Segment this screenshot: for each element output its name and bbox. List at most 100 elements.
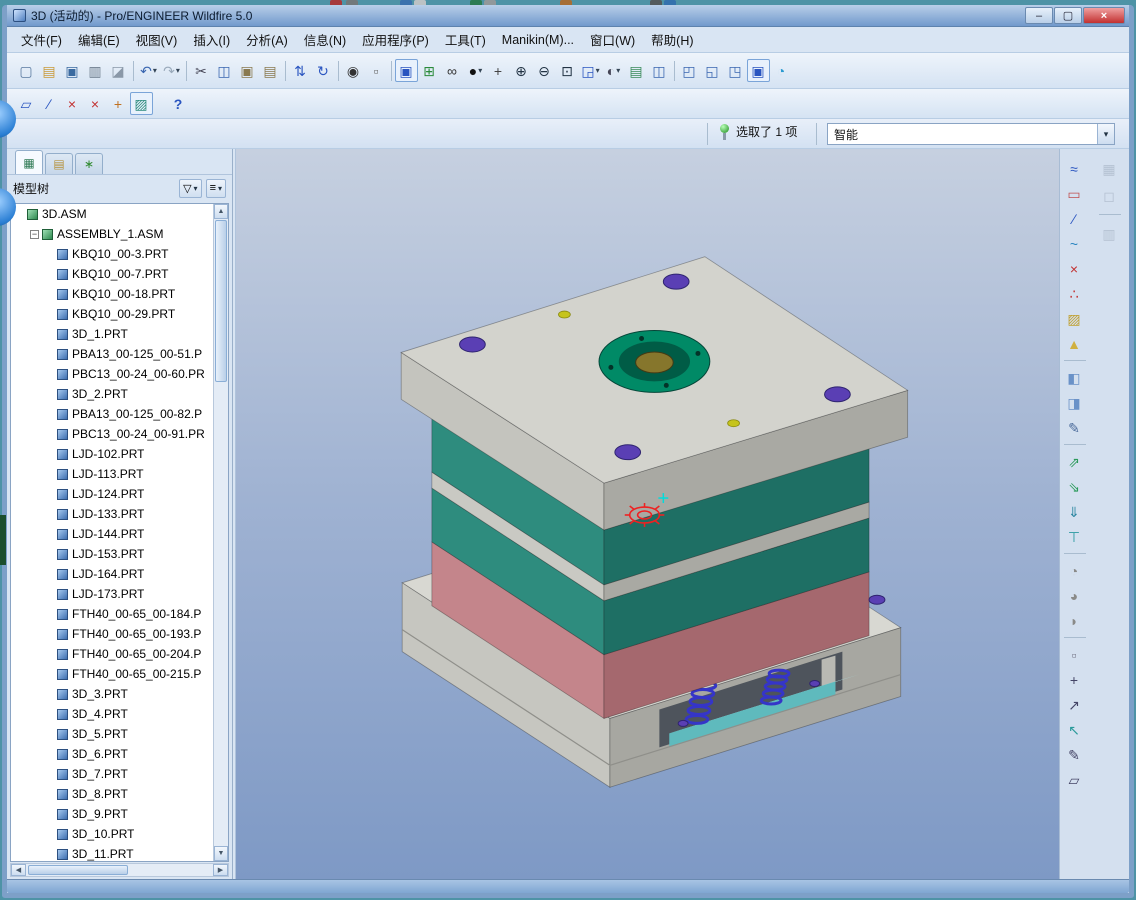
datum-point-tool[interactable]: × <box>61 92 84 115</box>
regenerate[interactable]: ⇅ <box>289 59 312 82</box>
scroll-thumb[interactable] <box>215 220 227 382</box>
datum-line[interactable]: ∕ <box>1063 207 1086 230</box>
scroll-down-arrow[interactable]: ▼ <box>214 846 228 861</box>
round-tool[interactable]: ◔ <box>1063 559 1086 582</box>
appearance-gallery[interactable]: ◔ <box>770 59 793 82</box>
menu-tools[interactable]: 工具(T) <box>437 27 494 52</box>
sketcher-tool[interactable]: ▱ <box>15 92 38 115</box>
save[interactable]: ▣ <box>61 59 84 82</box>
undo[interactable]: ↶ ▾ <box>137 59 160 82</box>
menu-analysis[interactable]: 分析(A) <box>238 27 296 52</box>
tree-item[interactable]: LJD-113.PRT <box>11 464 228 484</box>
viewport-canvas[interactable] <box>236 149 1059 879</box>
table-grid[interactable]: ▦ <box>1098 157 1121 180</box>
tree-item[interactable]: KBQ10_00-29.PRT <box>11 304 228 324</box>
zoom-out[interactable]: ⊖ <box>533 59 556 82</box>
delete-segment[interactable]: × <box>1063 257 1086 280</box>
tree-item[interactable]: LJD-133.PRT <box>11 504 228 524</box>
tree-item[interactable]: LJD-153.PRT <box>11 544 228 564</box>
appearance-edit[interactable]: ✎ <box>1063 416 1086 439</box>
tee-tool[interactable]: ⊤ <box>1063 525 1086 548</box>
menu-help[interactable]: 帮助(H) <box>643 27 701 52</box>
view-export-down[interactable]: ⇘ <box>1063 475 1086 498</box>
chart-small[interactable]: ▥ <box>1098 222 1121 245</box>
tab-favorites[interactable]: ∗ <box>75 153 103 174</box>
tree-item[interactable]: LJD-144.PRT <box>11 524 228 544</box>
tree-item[interactable]: PBA13_00-125_00-51.P <box>11 344 228 364</box>
tree-item[interactable]: FTH40_00-65_00-215.P <box>11 664 228 684</box>
search[interactable]: ◉ <box>342 59 365 82</box>
menu-manikin[interactable]: Manikin(M)... <box>494 30 582 50</box>
pan-zoom[interactable]: + <box>487 59 510 82</box>
tree-vertical-scrollbar[interactable]: ▲ ▼ <box>213 204 228 861</box>
menu-info[interactable]: 信息(N) <box>296 27 354 52</box>
tree-expander[interactable]: − <box>30 229 39 239</box>
scroll-up-arrow[interactable]: ▲ <box>214 204 228 219</box>
scroll-right-arrow[interactable]: ▶ <box>213 864 228 876</box>
tree-item[interactable]: 3D_8.PRT <box>11 784 228 804</box>
maximize-button[interactable]: ▢ <box>1054 7 1082 24</box>
tree-item[interactable]: LJD-173.PRT <box>11 584 228 604</box>
scroll-left-arrow[interactable]: ◀ <box>11 864 26 876</box>
polygon-tool[interactable]: ▱ <box>1063 768 1086 791</box>
context-help[interactable]: ? <box>167 92 190 115</box>
selection-filter-combo[interactable]: 智能 ▾ <box>827 123 1115 145</box>
tree-item[interactable]: FTH40_00-65_00-184.P <box>11 604 228 624</box>
tree-item[interactable]: 3D_9.PRT <box>11 804 228 824</box>
appearance-layer-2[interactable]: ◨ <box>1063 391 1086 414</box>
scroll-thumb[interactable] <box>28 865 128 875</box>
tree-item[interactable]: PBC13_00-24_00-91.PR <box>11 424 228 444</box>
tab-folder-browser[interactable]: ▤ <box>45 153 73 174</box>
spline-tool[interactable]: ~ <box>1063 232 1086 255</box>
cube-display[interactable]: ◻ <box>1098 184 1121 207</box>
sketch-rectangle[interactable]: ▭ <box>1063 182 1086 205</box>
copy[interactable]: ◫ <box>213 59 236 82</box>
auto-regenerate[interactable]: ↻ <box>312 59 335 82</box>
tree-item[interactable]: PBA13_00-125_00-82.P <box>11 404 228 424</box>
field-point-tool[interactable]: × <box>84 92 107 115</box>
view-manager[interactable]: ◫ <box>648 59 671 82</box>
measure-arrow[interactable]: ↗ <box>1063 693 1086 716</box>
named-views[interactable]: ◲ ▾ <box>579 59 602 82</box>
paste-special[interactable]: ▤ <box>259 59 282 82</box>
appearance-layer-1[interactable]: ◧ <box>1063 366 1086 389</box>
datum-plane-tool[interactable]: ∕ <box>38 92 61 115</box>
window-active[interactable]: ▣ <box>747 59 770 82</box>
title-bar[interactable]: 3D (活动的) - Pro/ENGINEER Wildfire 5.0 – ▢… <box>7 5 1129 27</box>
tree-item[interactable]: 3D_2.PRT <box>11 384 228 404</box>
tree-item[interactable]: LJD-164.PRT <box>11 564 228 584</box>
tree-item[interactable]: 3D_4.PRT <box>11 704 228 724</box>
coordinate-system-tool[interactable]: + <box>107 92 130 115</box>
display-style[interactable]: ◐ ▾ <box>602 59 625 82</box>
menu-applications[interactable]: 应用程序(P) <box>354 27 437 52</box>
new-file[interactable]: ▢ <box>15 59 38 82</box>
tree-horizontal-scrollbar[interactable]: ◀ ▶ <box>10 863 229 877</box>
tree-item[interactable]: KBQ10_00-7.PRT <box>11 264 228 284</box>
tree-settings-button[interactable]: ≡ ▾ <box>205 178 226 198</box>
tree-item[interactable]: KBQ10_00-18.PRT <box>11 284 228 304</box>
warn-triangle[interactable]: ▲ <box>1063 332 1086 355</box>
chamfer-tool[interactable]: ◕ <box>1063 584 1086 607</box>
tree-filter-button[interactable]: ▽ ▾ <box>179 178 202 198</box>
window-new[interactable]: ◰ <box>678 59 701 82</box>
combo-dropdown-button[interactable]: ▾ <box>1097 124 1114 144</box>
axis-point[interactable]: + <box>1063 668 1086 691</box>
select-arrow[interactable]: ↖ <box>1063 718 1086 741</box>
close-button[interactable]: × <box>1083 7 1125 24</box>
tab-model-tree[interactable]: ▦ <box>15 150 43 174</box>
spin-center[interactable]: ● ▾ <box>464 59 487 82</box>
tree-item[interactable]: 3D_5.PRT <box>11 724 228 744</box>
tree-item[interactable]: PBC13_00-24_00-60.PR <box>11 364 228 384</box>
tree-item[interactable]: 3D_7.PRT <box>11 764 228 784</box>
sketch-pencil[interactable]: ✎ <box>1063 743 1086 766</box>
tree-item[interactable]: KBQ10_00-3.PRT <box>11 244 228 264</box>
tree-item[interactable]: − ASSEMBLY_1.ASM <box>11 224 228 244</box>
tree-item[interactable]: 3D_11.PRT <box>11 844 228 861</box>
item-select[interactable]: ▣ <box>395 59 418 82</box>
cut[interactable]: ✂ <box>190 59 213 82</box>
tree-item[interactable]: 3D_3.PRT <box>11 684 228 704</box>
sketch-active-tool[interactable]: ▨ <box>130 92 153 115</box>
window-cascade[interactable]: ◳ <box>724 59 747 82</box>
refit[interactable]: ⊡ <box>556 59 579 82</box>
point-pattern[interactable]: ∴ <box>1063 282 1086 305</box>
